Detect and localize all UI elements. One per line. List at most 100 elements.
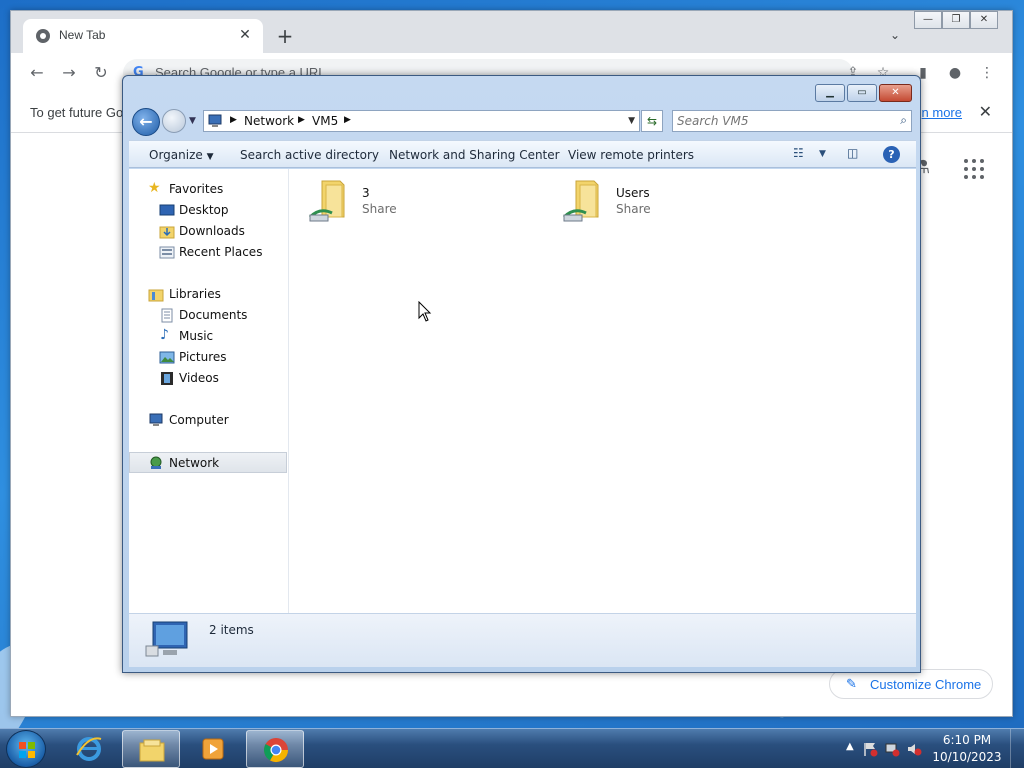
kebab-menu-icon[interactable]: ⋮ [975,61,999,85]
chrome-minimize-button[interactable]: — [914,11,942,29]
explorer-minimize-button[interactable]: ▁ [815,84,845,102]
nav-item-libraries[interactable]: Libraries [129,284,287,305]
explorer-close-button[interactable]: ✕ [879,84,912,102]
show-hidden-icons-icon[interactable]: ▲ [846,741,854,752]
infobar-message: To get future Go [30,105,124,120]
media-player-icon [202,738,224,760]
help-icon[interactable]: ? [883,146,900,163]
search-active-directory-button[interactable]: Search active directory [240,148,379,162]
desktop-icon [159,204,175,216]
list-item[interactable]: 3 Share [290,177,530,229]
search-icon[interactable]: ⌕ [900,113,907,128]
infobar-close-icon[interactable]: ✕ [979,102,992,121]
infobar-learn-more-link[interactable]: n more [922,105,962,120]
taskbar-windows-explorer[interactable] [122,730,180,768]
preview-pane-icon[interactable]: ◫ [847,146,858,160]
tab-close-icon[interactable]: ✕ [235,25,255,45]
explorer-window: ▁ ▭ ✕ ← ▼ ▶ Network ▶ VM5 ▶ ▼ ⇆ ⌕ Organi… [122,75,921,673]
shared-folder-icon [562,180,599,222]
nav-item-label: Downloads [179,224,245,238]
start-button[interactable] [6,730,46,768]
system-tray: ▲ 6:10 PM 10/10/2023 [834,729,1024,768]
music-note-icon: ♪ [160,327,169,343]
forward-arrow-icon[interactable] [162,109,186,133]
nav-item-label: Computer [169,413,229,427]
windows-logo-icon [19,742,35,758]
view-options-dropdown-icon[interactable]: ▼ [819,149,826,159]
nav-item-label: Favorites [169,182,224,196]
chrome-tab-new-tab[interactable]: New Tab ✕ [23,19,263,53]
show-desktop-button[interactable] [1010,729,1024,768]
tab-title: New Tab [59,28,106,42]
item-type: Share [616,202,651,216]
history-dropdown-icon[interactable]: ▼ [189,116,196,126]
clock-time[interactable]: 6:10 PM [932,733,1002,747]
view-remote-printers-button[interactable]: View remote printers [568,148,694,162]
nav-item-documents[interactable]: Documents [129,305,287,326]
taskbar-chrome[interactable] [246,730,304,768]
forward-arrow-icon[interactable]: → [57,61,81,85]
nav-item-computer[interactable]: Computer [129,410,287,431]
details-pane: 2 items [129,613,916,667]
search-input[interactable] [677,113,877,129]
search-box[interactable]: ⌕ [672,110,912,132]
nav-item-label: Documents [179,308,248,322]
navigation-pane: ★ Favorites Desktop Downloads Recent Pla… [129,169,289,613]
network-sharing-center-button[interactable]: Network and Sharing Center [389,148,560,162]
clock-date[interactable]: 10/10/2023 [932,750,1002,764]
address-dropdown-icon[interactable]: ▼ [628,116,635,126]
nav-item-downloads[interactable]: Downloads [129,221,287,242]
network-status-icon[interactable] [884,741,900,757]
explorer-body: ★ Favorites Desktop Downloads Recent Pla… [129,169,916,613]
customize-chrome-button[interactable]: ✎ Customize Chrome [829,669,993,699]
nav-item-network[interactable]: Network [129,452,287,473]
apps-grid-icon[interactable] [962,157,986,181]
change-view-icon[interactable]: ☷ [793,146,804,160]
nav-item-music[interactable]: ♪ Music [129,326,287,347]
explorer-maximize-button[interactable]: ▭ [847,84,877,102]
chrome-restore-button[interactable]: ❐ [942,11,970,29]
address-bar[interactable]: ▶ Network ▶ VM5 ▶ ▼ [203,110,640,132]
nav-item-videos[interactable]: Videos [129,368,287,389]
pencil-icon: ✎ [846,676,857,691]
taskbar-internet-explorer[interactable] [60,730,118,768]
folder-libraries-icon [139,739,165,762]
explorer-navbar: ← ▼ ▶ Network ▶ VM5 ▶ ▼ ⇆ ⌕ [129,106,916,138]
organize-button[interactable]: Organize ▼ [149,148,214,162]
chrome-favicon-icon [36,29,50,43]
organize-label: Organize [149,148,203,162]
breadcrumb-separator-icon[interactable]: ▶ [344,115,351,125]
chrome-close-button[interactable]: ✕ [970,11,998,29]
action-center-flag-icon[interactable] [862,741,878,757]
item-name: Users [616,186,650,200]
libraries-icon [148,289,164,302]
star-icon: ★ [148,180,161,196]
nav-item-label: Network [169,456,220,470]
new-tab-button[interactable]: + [273,25,297,49]
refresh-icon[interactable]: ⇆ [641,110,663,132]
mouse-cursor-icon [418,301,432,322]
profile-avatar-icon[interactable]: ● [943,61,967,85]
command-bar: Organize ▼ Search active directory Netwo… [129,140,916,168]
reload-icon[interactable]: ↻ [89,61,113,85]
taskbar-media-player[interactable] [184,730,242,768]
chrome-icon [263,738,288,763]
breadcrumb-separator-icon[interactable]: ▶ [298,115,305,125]
list-item[interactable]: Users Share [544,177,784,229]
documents-icon [161,308,173,323]
back-arrow-icon[interactable]: ← [25,61,49,85]
recent-places-icon [159,246,175,259]
nav-item-label: Videos [179,371,219,385]
shared-folder-icon [308,180,345,222]
back-arrow-icon[interactable]: ← [132,108,160,136]
breadcrumb-vm5[interactable]: VM5 [312,114,338,128]
nav-item-desktop[interactable]: Desktop [129,200,287,221]
internet-explorer-icon [76,737,102,761]
chevron-down-icon[interactable]: ⌄ [890,28,900,42]
volume-muted-icon[interactable] [906,741,922,757]
nav-item-recent-places[interactable]: Recent Places [129,242,287,263]
breadcrumb-network[interactable]: Network [244,114,294,128]
nav-item-favorites[interactable]: ★ Favorites [129,179,287,200]
nav-item-pictures[interactable]: Pictures [129,347,287,368]
nav-item-label: Libraries [169,287,221,301]
